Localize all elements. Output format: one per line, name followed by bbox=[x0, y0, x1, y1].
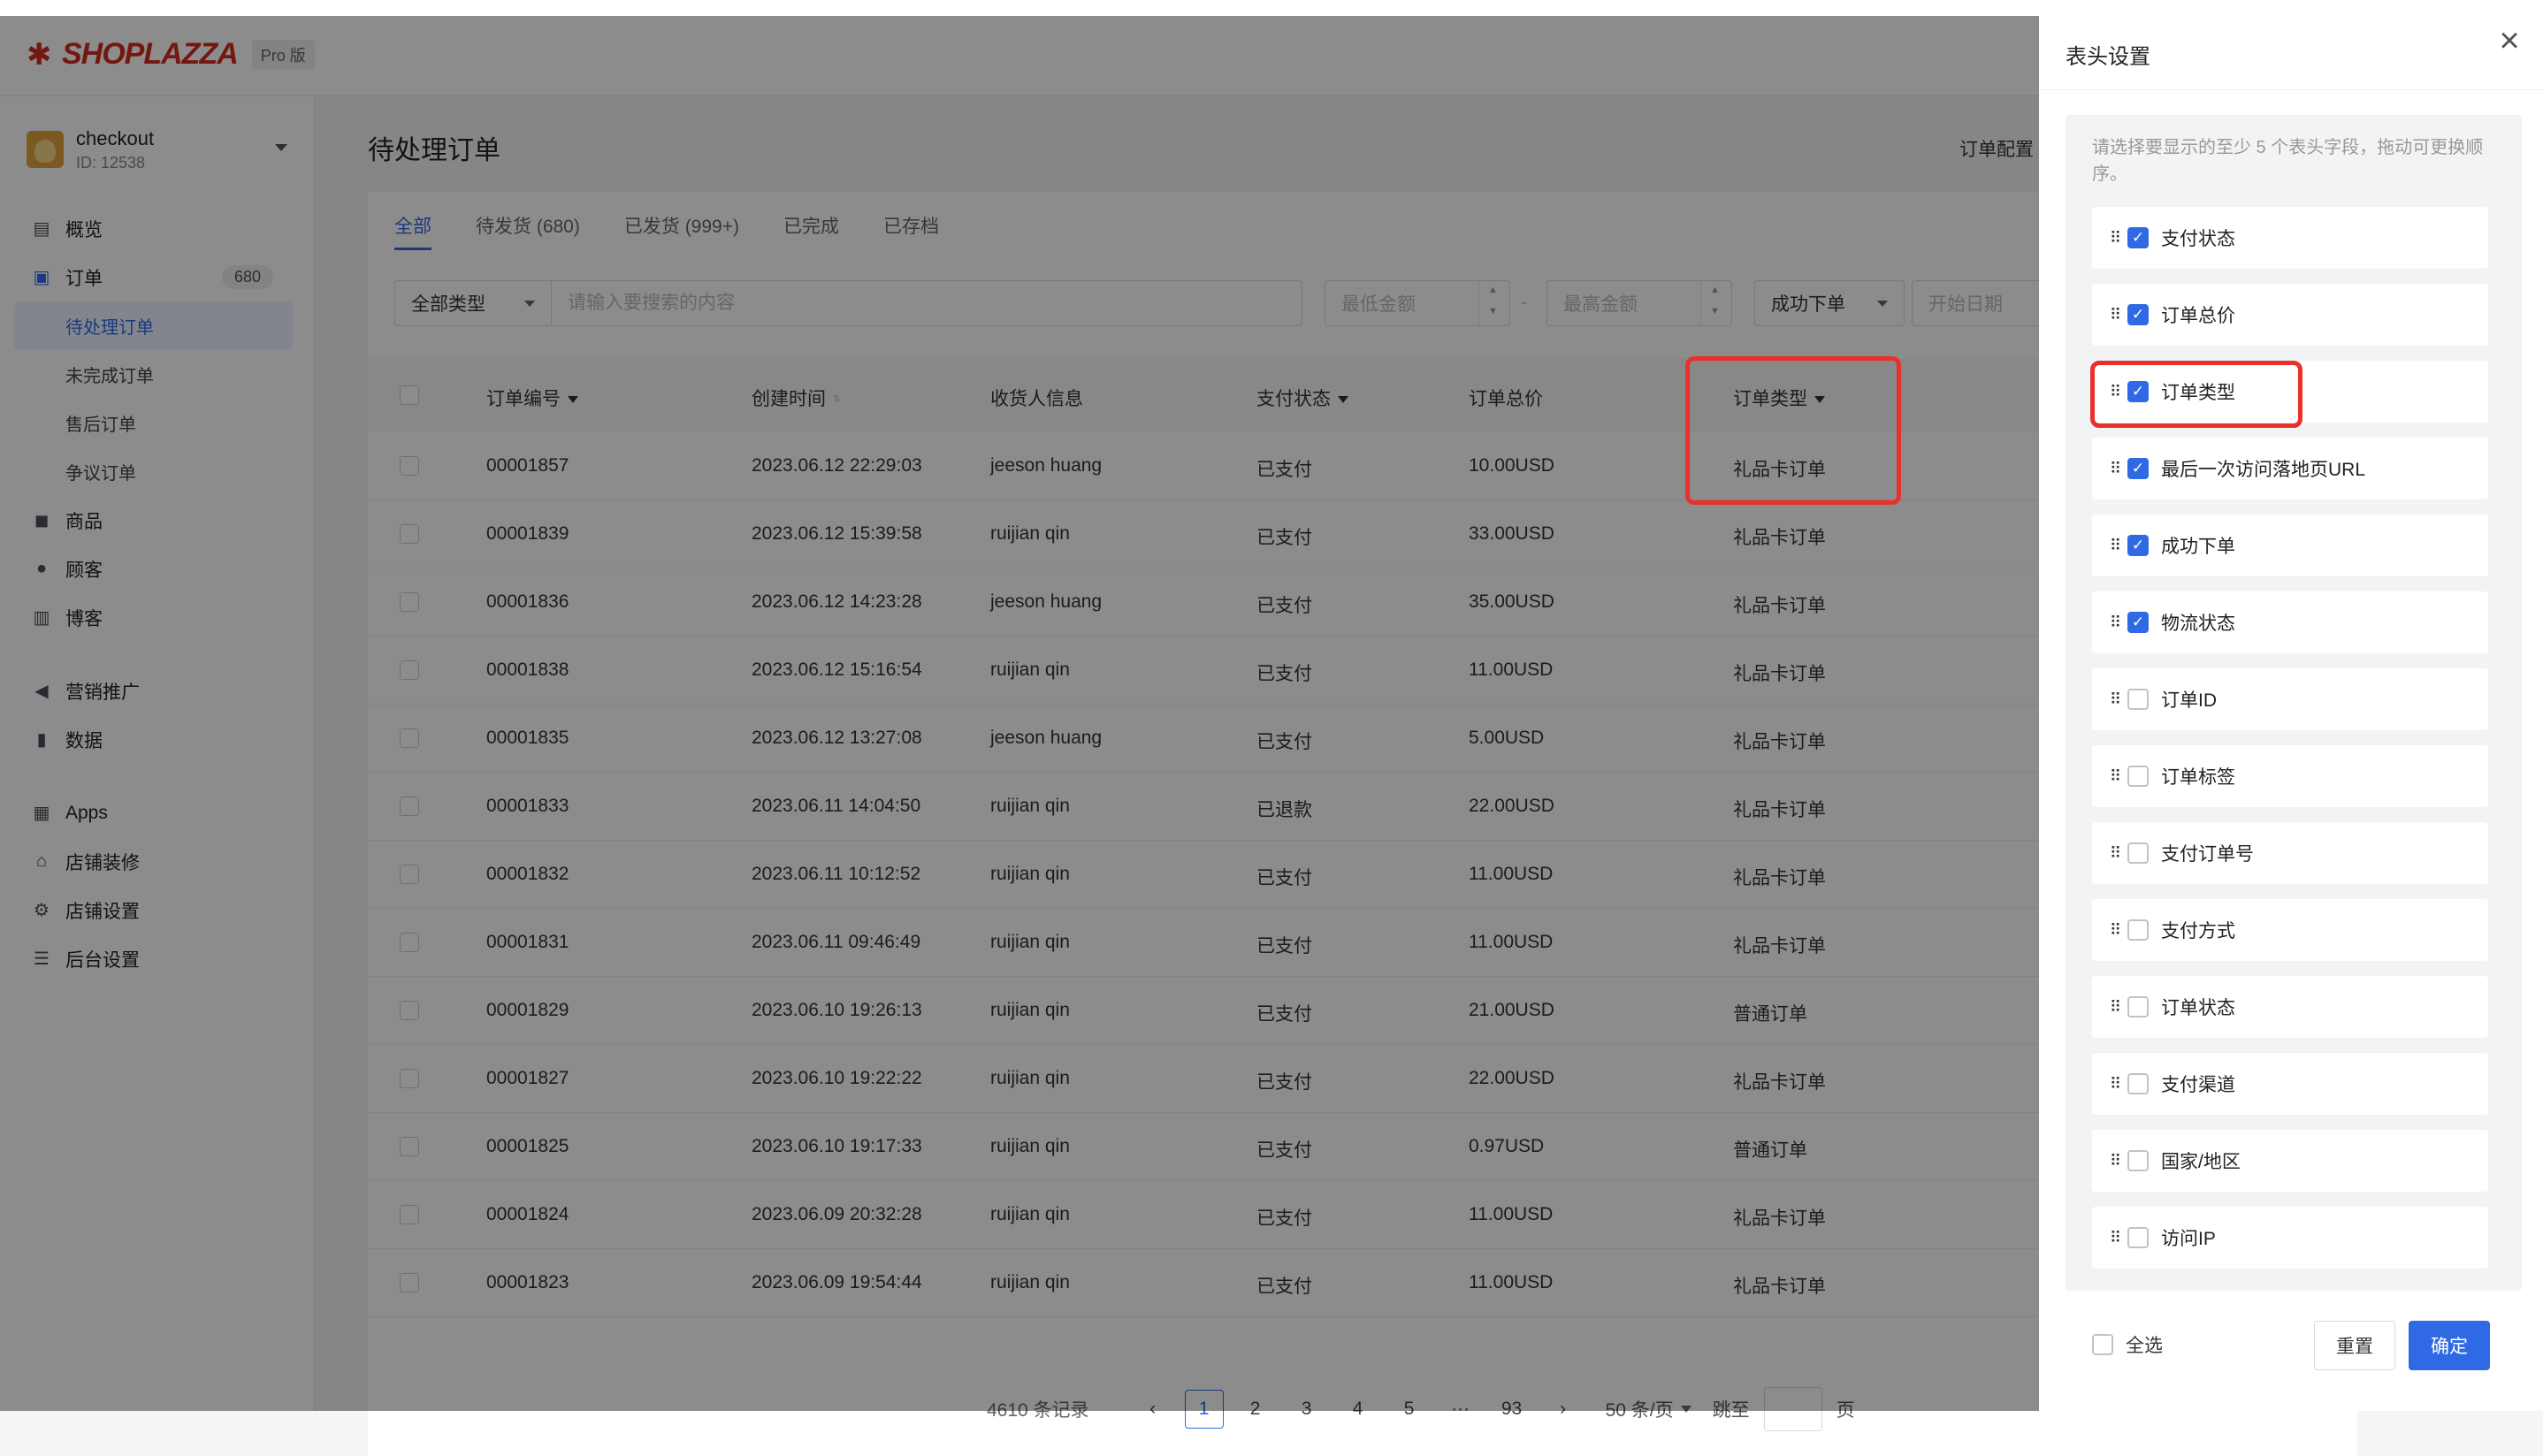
close-icon[interactable]: × bbox=[2492, 23, 2527, 58]
column-field-row[interactable]: ⠿ 支付渠道 bbox=[2092, 1053, 2488, 1115]
drawer-body: 请选择要显示的至少 5 个表头字段，拖动可更换顺序。 ⠿ ✓ 支付状态 ⠿ ✓ 订单总价 ⠿… bbox=[2066, 115, 2522, 1291]
modal-overlay[interactable] bbox=[0, 16, 2039, 1411]
checkbox-checked-icon[interactable]: ✓ bbox=[2127, 227, 2149, 248]
column-field-row[interactable]: ⠿ ✓ 支付状态 bbox=[2092, 207, 2488, 269]
column-field-label: 最后一次访问落地页URL bbox=[2161, 460, 2366, 480]
confirm-button[interactable]: 确定 bbox=[2409, 1321, 2490, 1370]
column-field-label: 支付状态 bbox=[2161, 229, 2235, 249]
drag-handle-icon[interactable]: ⠿ bbox=[2110, 999, 2122, 1015]
column-field-row[interactable]: ⠿ ✓ 物流状态 bbox=[2092, 591, 2488, 653]
column-field-label: 成功下单 bbox=[2161, 537, 2235, 557]
column-field-row[interactable]: ⠿ 支付订单号 bbox=[2092, 822, 2488, 884]
checkbox-checked-icon[interactable]: ✓ bbox=[2127, 612, 2149, 633]
checkbox-unchecked-icon[interactable] bbox=[2127, 996, 2149, 1018]
drag-handle-icon[interactable]: ⠿ bbox=[2110, 1076, 2122, 1092]
drag-handle-icon[interactable]: ⠿ bbox=[2110, 614, 2122, 630]
column-field-row[interactable]: ⠿ ✓ 最后一次访问落地页URL bbox=[2092, 438, 2488, 499]
checkbox-unchecked-icon[interactable] bbox=[2127, 842, 2149, 864]
column-field-label: 国家/地区 bbox=[2161, 1152, 2241, 1172]
drawer-divider bbox=[2039, 89, 2543, 90]
checkbox-unchecked-icon[interactable] bbox=[2127, 1150, 2149, 1171]
drag-handle-icon[interactable]: ⠿ bbox=[2110, 307, 2122, 323]
column-field-row[interactable]: ⠿ 订单状态 bbox=[2092, 976, 2488, 1038]
column-field-row[interactable]: ⠿ 订单标签 bbox=[2092, 745, 2488, 807]
reset-button[interactable]: 重置 bbox=[2314, 1321, 2395, 1370]
column-field-label: 订单标签 bbox=[2161, 767, 2235, 788]
top-strip bbox=[0, 0, 2543, 16]
checkbox-unchecked-icon[interactable] bbox=[2127, 689, 2149, 710]
column-field-row[interactable]: ⠿ 支付方式 bbox=[2092, 899, 2488, 961]
checkbox-checked-icon[interactable]: ✓ bbox=[2127, 535, 2149, 556]
column-field-row[interactable]: ⠿ 访问IP bbox=[2092, 1207, 2488, 1269]
column-field-row[interactable]: ⠿ ✓ 订单总价 bbox=[2092, 284, 2488, 346]
column-field-label: 支付订单号 bbox=[2161, 844, 2254, 865]
column-field-label: 访问IP bbox=[2161, 1229, 2216, 1249]
drag-handle-icon[interactable]: ⠿ bbox=[2110, 1153, 2122, 1169]
column-field-label: 物流状态 bbox=[2161, 614, 2235, 634]
column-field-label: 支付渠道 bbox=[2161, 1075, 2235, 1095]
drag-handle-icon[interactable]: ⠿ bbox=[2110, 461, 2122, 476]
highlight-order-type-field bbox=[2090, 361, 2302, 428]
column-field-row[interactable]: ⠿ 订单ID bbox=[2092, 668, 2488, 730]
checkbox-checked-icon[interactable]: ✓ bbox=[2127, 304, 2149, 325]
column-field-label: 订单ID bbox=[2161, 690, 2217, 711]
select-all-checkbox[interactable]: 全选 bbox=[2092, 1331, 2163, 1358]
checkbox-unchecked-icon[interactable] bbox=[2127, 1073, 2149, 1094]
drawer-footer: 全选 重置 确定 bbox=[2039, 1298, 2543, 1377]
column-settings-drawer: 表头设置 × 请选择要显示的至少 5 个表头字段，拖动可更换顺序。 ⠿ ✓ 支付状态… bbox=[2039, 16, 2543, 1411]
drag-handle-icon[interactable]: ⠿ bbox=[2110, 537, 2122, 553]
column-field-label: 支付方式 bbox=[2161, 921, 2235, 941]
checkbox-unchecked-icon[interactable] bbox=[2127, 766, 2149, 787]
drawer-tip: 请选择要显示的至少 5 个表头字段，拖动可更换顺序。 bbox=[2092, 138, 2484, 184]
drag-handle-icon[interactable]: ⠿ bbox=[2110, 230, 2122, 246]
drawer-title: 表头设置 bbox=[2066, 45, 2150, 69]
drag-handle-icon[interactable]: ⠿ bbox=[2110, 691, 2122, 707]
drag-handle-icon[interactable]: ⠿ bbox=[2110, 768, 2122, 784]
column-field-row[interactable]: ⠿ 国家/地区 bbox=[2092, 1130, 2488, 1192]
column-field-label: 订单状态 bbox=[2161, 998, 2235, 1018]
column-field-row[interactable]: ⠿ ✓ 成功下单 bbox=[2092, 515, 2488, 576]
select-all-label: 全选 bbox=[2126, 1336, 2163, 1356]
checkbox-icon bbox=[2092, 1334, 2113, 1355]
checkbox-unchecked-icon[interactable] bbox=[2127, 1227, 2149, 1248]
drag-handle-icon[interactable]: ⠿ bbox=[2110, 1230, 2122, 1246]
checkbox-checked-icon[interactable]: ✓ bbox=[2127, 458, 2149, 479]
column-field-label: 订单总价 bbox=[2161, 306, 2235, 326]
drag-handle-icon[interactable]: ⠿ bbox=[2110, 922, 2122, 938]
drag-handle-icon[interactable]: ⠿ bbox=[2110, 845, 2122, 861]
highlight-order-type-column bbox=[1685, 356, 1901, 505]
checkbox-unchecked-icon[interactable] bbox=[2127, 919, 2149, 941]
